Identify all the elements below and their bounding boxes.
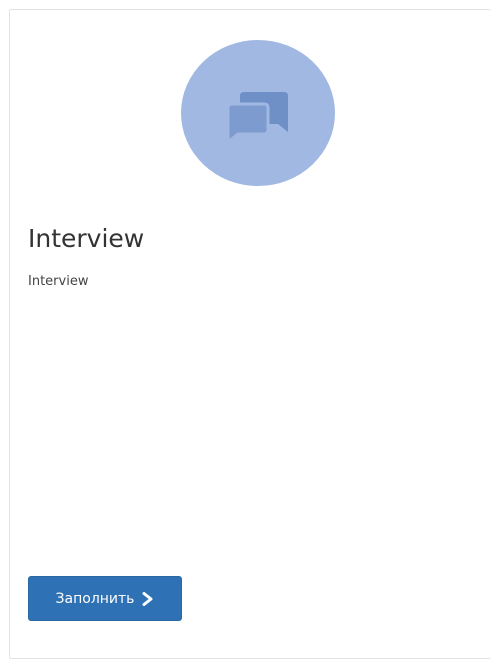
card-title: Interview [28, 224, 145, 253]
chat-bubbles-icon [226, 92, 288, 142]
fill-button[interactable]: Заполнить [28, 576, 182, 621]
card-description: Interview [28, 274, 89, 289]
interview-card: Interview Interview Заполнить [9, 9, 491, 659]
avatar [181, 40, 335, 186]
chevron-right-icon [142, 591, 153, 606]
fill-button-label: Заполнить [55, 590, 135, 607]
